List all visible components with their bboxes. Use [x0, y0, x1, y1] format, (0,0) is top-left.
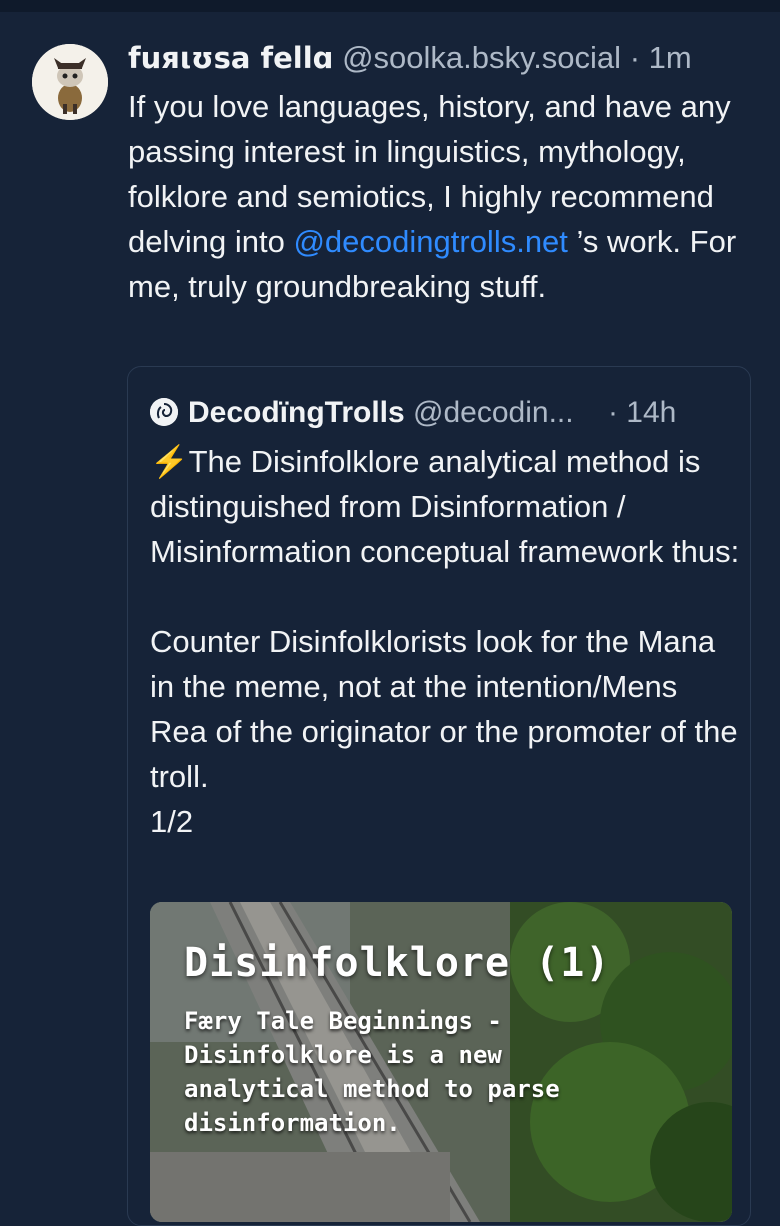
- cat-avatar-icon: [32, 44, 108, 120]
- author-handle[interactable]: @soolka.bsky.social: [342, 40, 621, 75]
- quote-author-avatar[interactable]: [150, 398, 178, 426]
- quote-media-image[interactable]: Disinfolklore (1) Færy Tale Beginnings -…: [150, 902, 732, 1222]
- quote-card[interactable]: DecodïngTrolls @decodin... · 14h ⚡The Di…: [127, 366, 751, 1226]
- spiral-avatar-icon: [150, 398, 178, 426]
- mention-link[interactable]: @decodingtrolls.net: [293, 224, 567, 259]
- separator: ·: [629, 40, 641, 75]
- lightning-bolt-icon: ⚡: [150, 444, 189, 479]
- author-avatar[interactable]: [32, 44, 108, 120]
- quote-time[interactable]: · 14h: [608, 396, 676, 429]
- quote-author-name[interactable]: DecodïngTrolls: [188, 396, 405, 429]
- post-text: If you love languages, history, and have…: [128, 84, 768, 309]
- top-bar: [0, 0, 780, 12]
- quote-author-handle[interactable]: @decodin...: [413, 396, 574, 429]
- post-header: fuяιʊsa fellɑ @soolka.bsky.social · 1m: [128, 38, 768, 78]
- quote-text: ⚡The Disinfolklore analytical method is …: [150, 439, 740, 844]
- media-title: Disinfolklore (1): [184, 940, 611, 986]
- post-time[interactable]: 1m: [649, 40, 692, 75]
- quote-header: DecodïngTrolls @decodin... · 14h: [150, 393, 740, 433]
- quote-body: The Disinfolklore analytical method is d…: [150, 444, 740, 839]
- media-subtitle: Færy Tale Beginnings - Disinfolklore is …: [184, 1007, 560, 1137]
- post[interactable]: fuяιʊsa fellɑ @soolka.bsky.social · 1m I…: [0, 12, 780, 1226]
- author-name[interactable]: fuяιʊsa fellɑ: [128, 41, 333, 75]
